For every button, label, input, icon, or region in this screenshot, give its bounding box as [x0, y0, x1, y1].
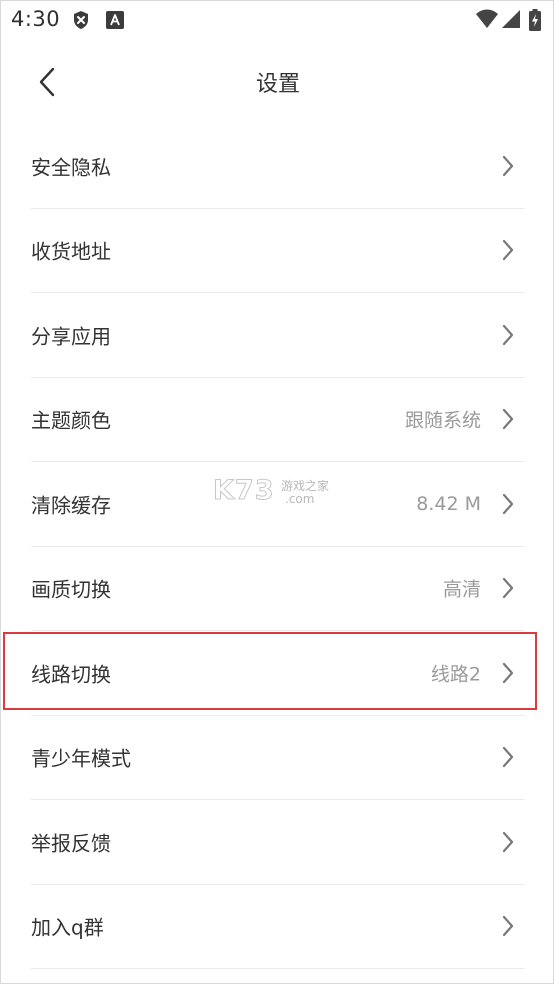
settings-row-video-quality[interactable]: 画质切换 高清	[31, 547, 525, 631]
row-label: 画质切换	[31, 577, 111, 602]
settings-row-share-app[interactable]: 分享应用	[31, 293, 525, 378]
chevron-right-icon	[502, 155, 514, 176]
watermark-sub-com: .com	[285, 492, 315, 506]
chevron-right-icon	[502, 409, 514, 430]
row-label: 加入q群	[31, 915, 104, 940]
settings-list: 安全隐私 收货地址 分享应用 主题颜色 跟随系统 清除缓存 8.42 M 画质切…	[31, 124, 525, 969]
settings-row-report-feedback[interactable]: 举报反馈	[31, 800, 525, 885]
chevron-right-icon	[502, 747, 514, 768]
row-label: 安全隐私	[31, 155, 111, 180]
row-value: 跟随系统	[404, 409, 481, 432]
row-label: 主题颜色	[31, 408, 111, 433]
chevron-right-icon	[502, 578, 514, 599]
chevron-right-icon	[502, 240, 514, 261]
text-a-icon	[106, 11, 124, 29]
settings-row-theme-color[interactable]: 主题颜色 跟随系统	[31, 378, 525, 462]
settings-row-shipping-address[interactable]: 收货地址	[31, 209, 525, 293]
watermark-logo: K73 游戏之家 .com	[213, 475, 343, 511]
row-label: 分享应用	[31, 324, 111, 349]
chevron-right-icon	[502, 493, 514, 514]
settings-row-youth-mode[interactable]: 青少年模式	[31, 716, 525, 800]
chevron-right-icon	[502, 916, 514, 937]
status-time: 4:30	[11, 7, 61, 31]
chevron-right-icon	[502, 324, 514, 345]
highlight-box	[3, 632, 537, 710]
signal-icon	[502, 10, 520, 28]
row-label: 收货地址	[31, 239, 111, 264]
page-title: 设置	[255, 72, 300, 97]
header: 设置	[1, 46, 554, 118]
watermark-main: K73	[213, 475, 275, 507]
row-label: 青少年模式	[31, 746, 131, 771]
row-value: 8.42 M	[416, 492, 481, 515]
chevron-right-icon	[502, 831, 514, 852]
row-label: 举报反馈	[31, 831, 111, 856]
row-label: 清除缓存	[31, 493, 111, 518]
status-bar: 4:30	[1, 1, 554, 39]
row-value: 高清	[442, 578, 481, 601]
battery-charging-icon	[529, 9, 541, 31]
shield-x-icon	[74, 11, 88, 29]
wifi-icon	[476, 9, 498, 28]
settings-row-security-privacy[interactable]: 安全隐私	[31, 124, 525, 209]
settings-row-join-qq-group[interactable]: 加入q群	[31, 885, 525, 969]
